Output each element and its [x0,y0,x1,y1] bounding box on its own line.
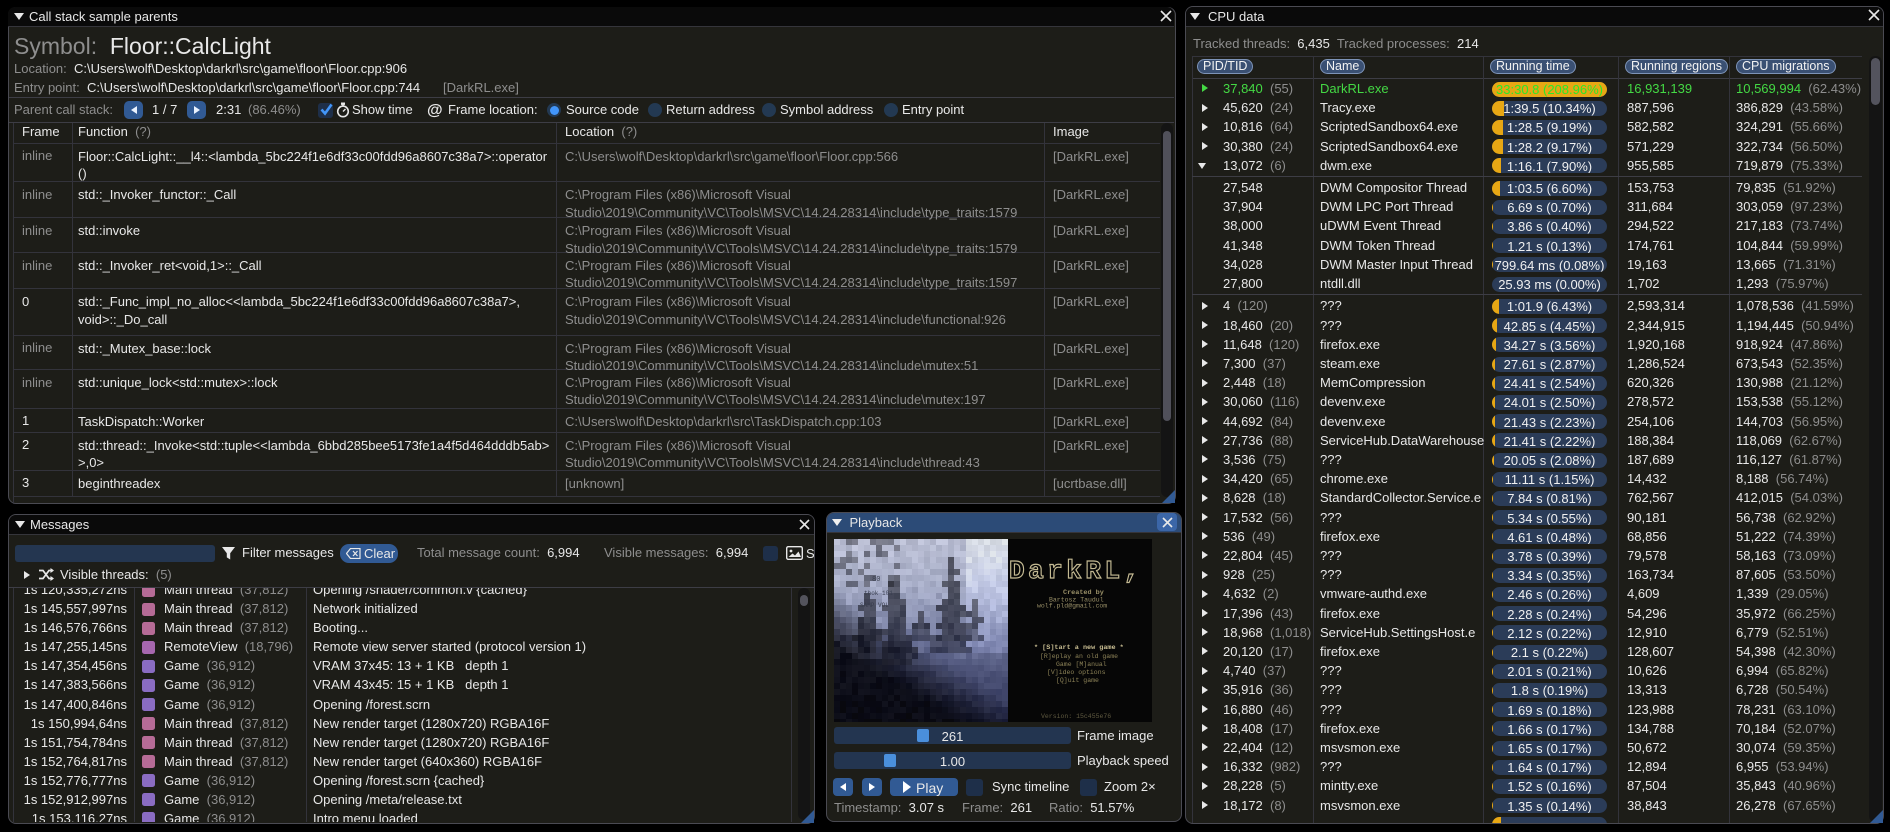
svg-text:* [S]tart a new game *: * [S]tart a new game * [1034,644,1124,652]
svg-text:DarkRL,: DarkRL, [1009,556,1143,586]
svg-text:Version: 15c455e76: Version: 15c455e76 [1041,713,1111,720]
svg-text:[Q]uit game: [Q]uit game [1056,677,1099,684]
svg-text:[R]eplay an old game: [R]eplay an old game [1040,653,1118,660]
svg-text:thok 101: thok 101 [864,590,893,597]
svg-text:80: 80 [872,576,880,584]
svg-text:SAMP VOL: SAMP VOL [860,602,889,609]
svg-text:wolf.pld@gmail.com: wolf.pld@gmail.com [1037,603,1107,610]
svg-text:Game [M]anual: Game [M]anual [1056,661,1107,668]
svg-text:[V]ideo options: [V]ideo options [1047,669,1106,676]
